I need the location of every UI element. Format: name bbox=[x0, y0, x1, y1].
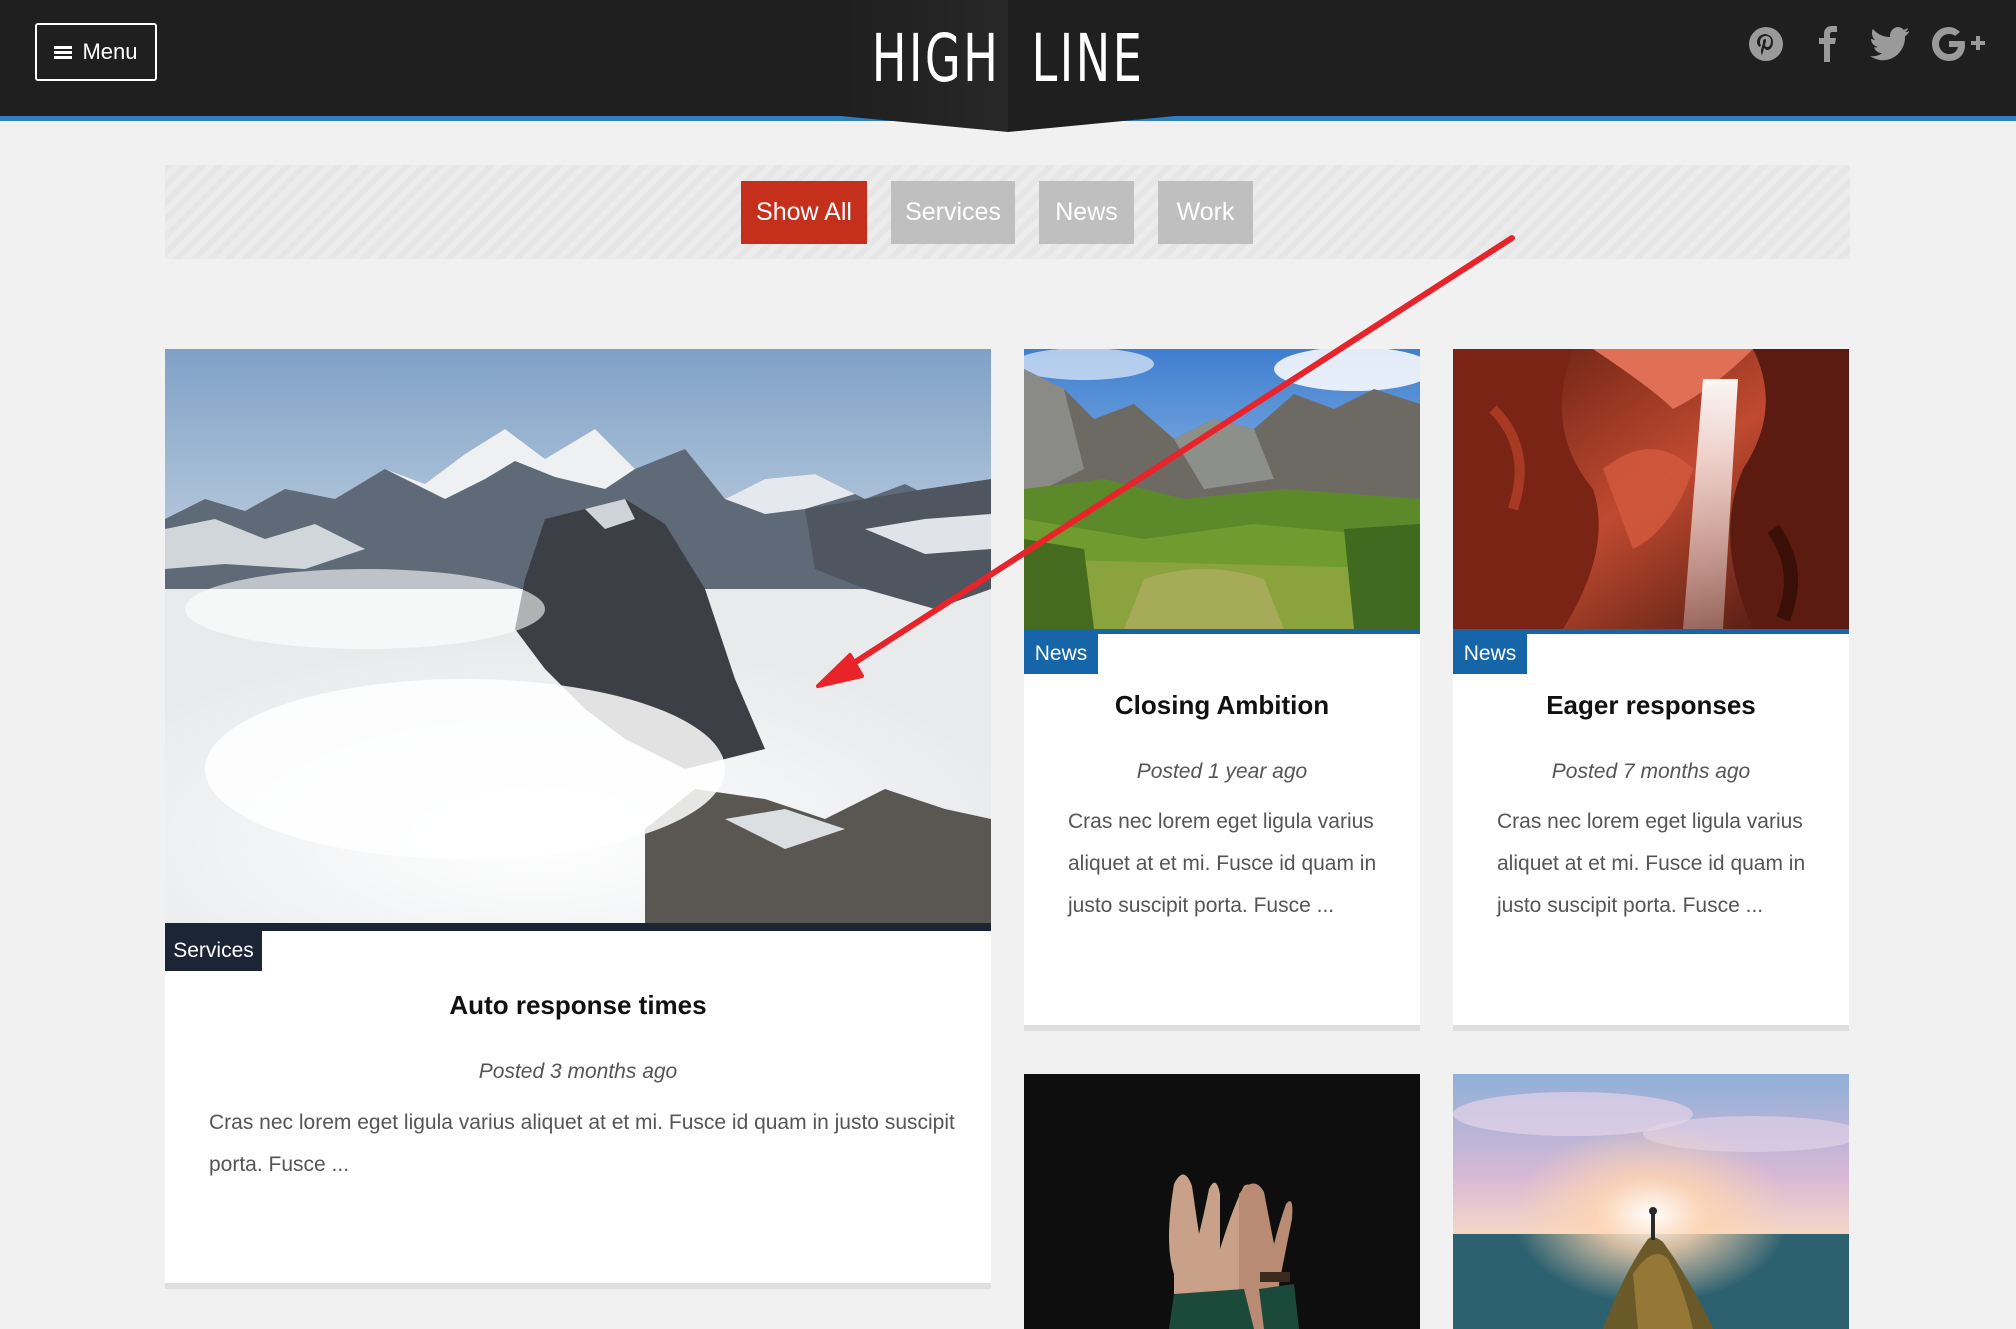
post-card-hands[interactable] bbox=[1024, 1074, 1420, 1329]
logo-text-high: HIGH bbox=[871, 19, 1001, 97]
card-date: Posted 3 months ago bbox=[478, 1060, 678, 1083]
logo-text-line: LINE bbox=[1031, 19, 1145, 97]
card-date: Posted 7 months ago bbox=[1551, 760, 1751, 783]
card-excerpt-line: justo suscipit porta. Fusce ... bbox=[1497, 894, 1764, 917]
card-title[interactable]: Eager responses bbox=[1453, 690, 1849, 721]
card-image-sunset[interactable] bbox=[1453, 1074, 1849, 1329]
card-title[interactable]: Closing Ambition bbox=[1024, 690, 1420, 721]
filter-services-button[interactable]: Services bbox=[891, 181, 1015, 244]
post-card-eager-responses[interactable]: News Eager responses Posted 7 months ago… bbox=[1453, 349, 1849, 1031]
card-excerpt: Cras nec lorem eget ligula varius alique… bbox=[1497, 801, 1837, 927]
site-logo[interactable]: HIGH LINE bbox=[872, 18, 1142, 98]
menu-label: Menu bbox=[82, 39, 138, 64]
card-image-hands[interactable] bbox=[1024, 1074, 1420, 1329]
card-image-rule bbox=[165, 923, 991, 931]
card-image-mountains[interactable] bbox=[165, 349, 991, 923]
card-excerpt: Cras nec lorem eget ligula varius alique… bbox=[1068, 801, 1408, 927]
card-excerpt-line: Cras nec lorem eget ligula varius bbox=[1068, 810, 1374, 833]
card-date: Posted 1 year ago bbox=[1136, 760, 1308, 783]
card-image-canyon[interactable] bbox=[1453, 349, 1849, 629]
post-card-auto-response[interactable]: Services Auto response times Posted 3 mo… bbox=[165, 349, 991, 1289]
card-excerpt-line: Cras nec lorem eget ligula varius bbox=[1497, 810, 1803, 833]
menu-button[interactable]: Menu bbox=[35, 23, 157, 81]
filter-work-button[interactable]: Work bbox=[1158, 181, 1253, 244]
card-image-valley[interactable] bbox=[1024, 349, 1420, 629]
category-tag-services[interactable]: Services bbox=[165, 931, 262, 971]
card-title[interactable]: Auto response times bbox=[165, 990, 991, 1021]
card-excerpt: Cras nec lorem eget ligula varius alique… bbox=[209, 1102, 969, 1186]
social-links bbox=[1746, 24, 1988, 64]
facebook-icon[interactable] bbox=[1808, 24, 1848, 64]
category-tag-news[interactable]: News bbox=[1453, 634, 1527, 674]
filter-show-all-button[interactable]: Show All bbox=[741, 181, 867, 244]
pinterest-icon[interactable] bbox=[1746, 24, 1786, 64]
twitter-icon[interactable] bbox=[1870, 24, 1910, 64]
card-excerpt-line: porta. Fusce ... bbox=[209, 1153, 350, 1176]
category-tag-news[interactable]: News bbox=[1024, 634, 1098, 674]
post-card-closing-ambition[interactable]: News Closing Ambition Posted 1 year ago … bbox=[1024, 349, 1420, 1031]
post-card-sunset[interactable] bbox=[1453, 1074, 1849, 1329]
google-plus-icon[interactable] bbox=[1932, 24, 1988, 64]
hamburger-icon bbox=[54, 45, 73, 59]
card-excerpt-line: Cras nec lorem eget ligula varius alique… bbox=[209, 1111, 955, 1134]
card-excerpt-line: justo suscipit porta. Fusce ... bbox=[1068, 894, 1335, 917]
filter-news-button[interactable]: News bbox=[1039, 181, 1134, 244]
card-excerpt-line: aliquet at et mi. Fusce id quam in bbox=[1068, 852, 1377, 875]
card-excerpt-line: aliquet at et mi. Fusce id quam in bbox=[1497, 852, 1806, 875]
